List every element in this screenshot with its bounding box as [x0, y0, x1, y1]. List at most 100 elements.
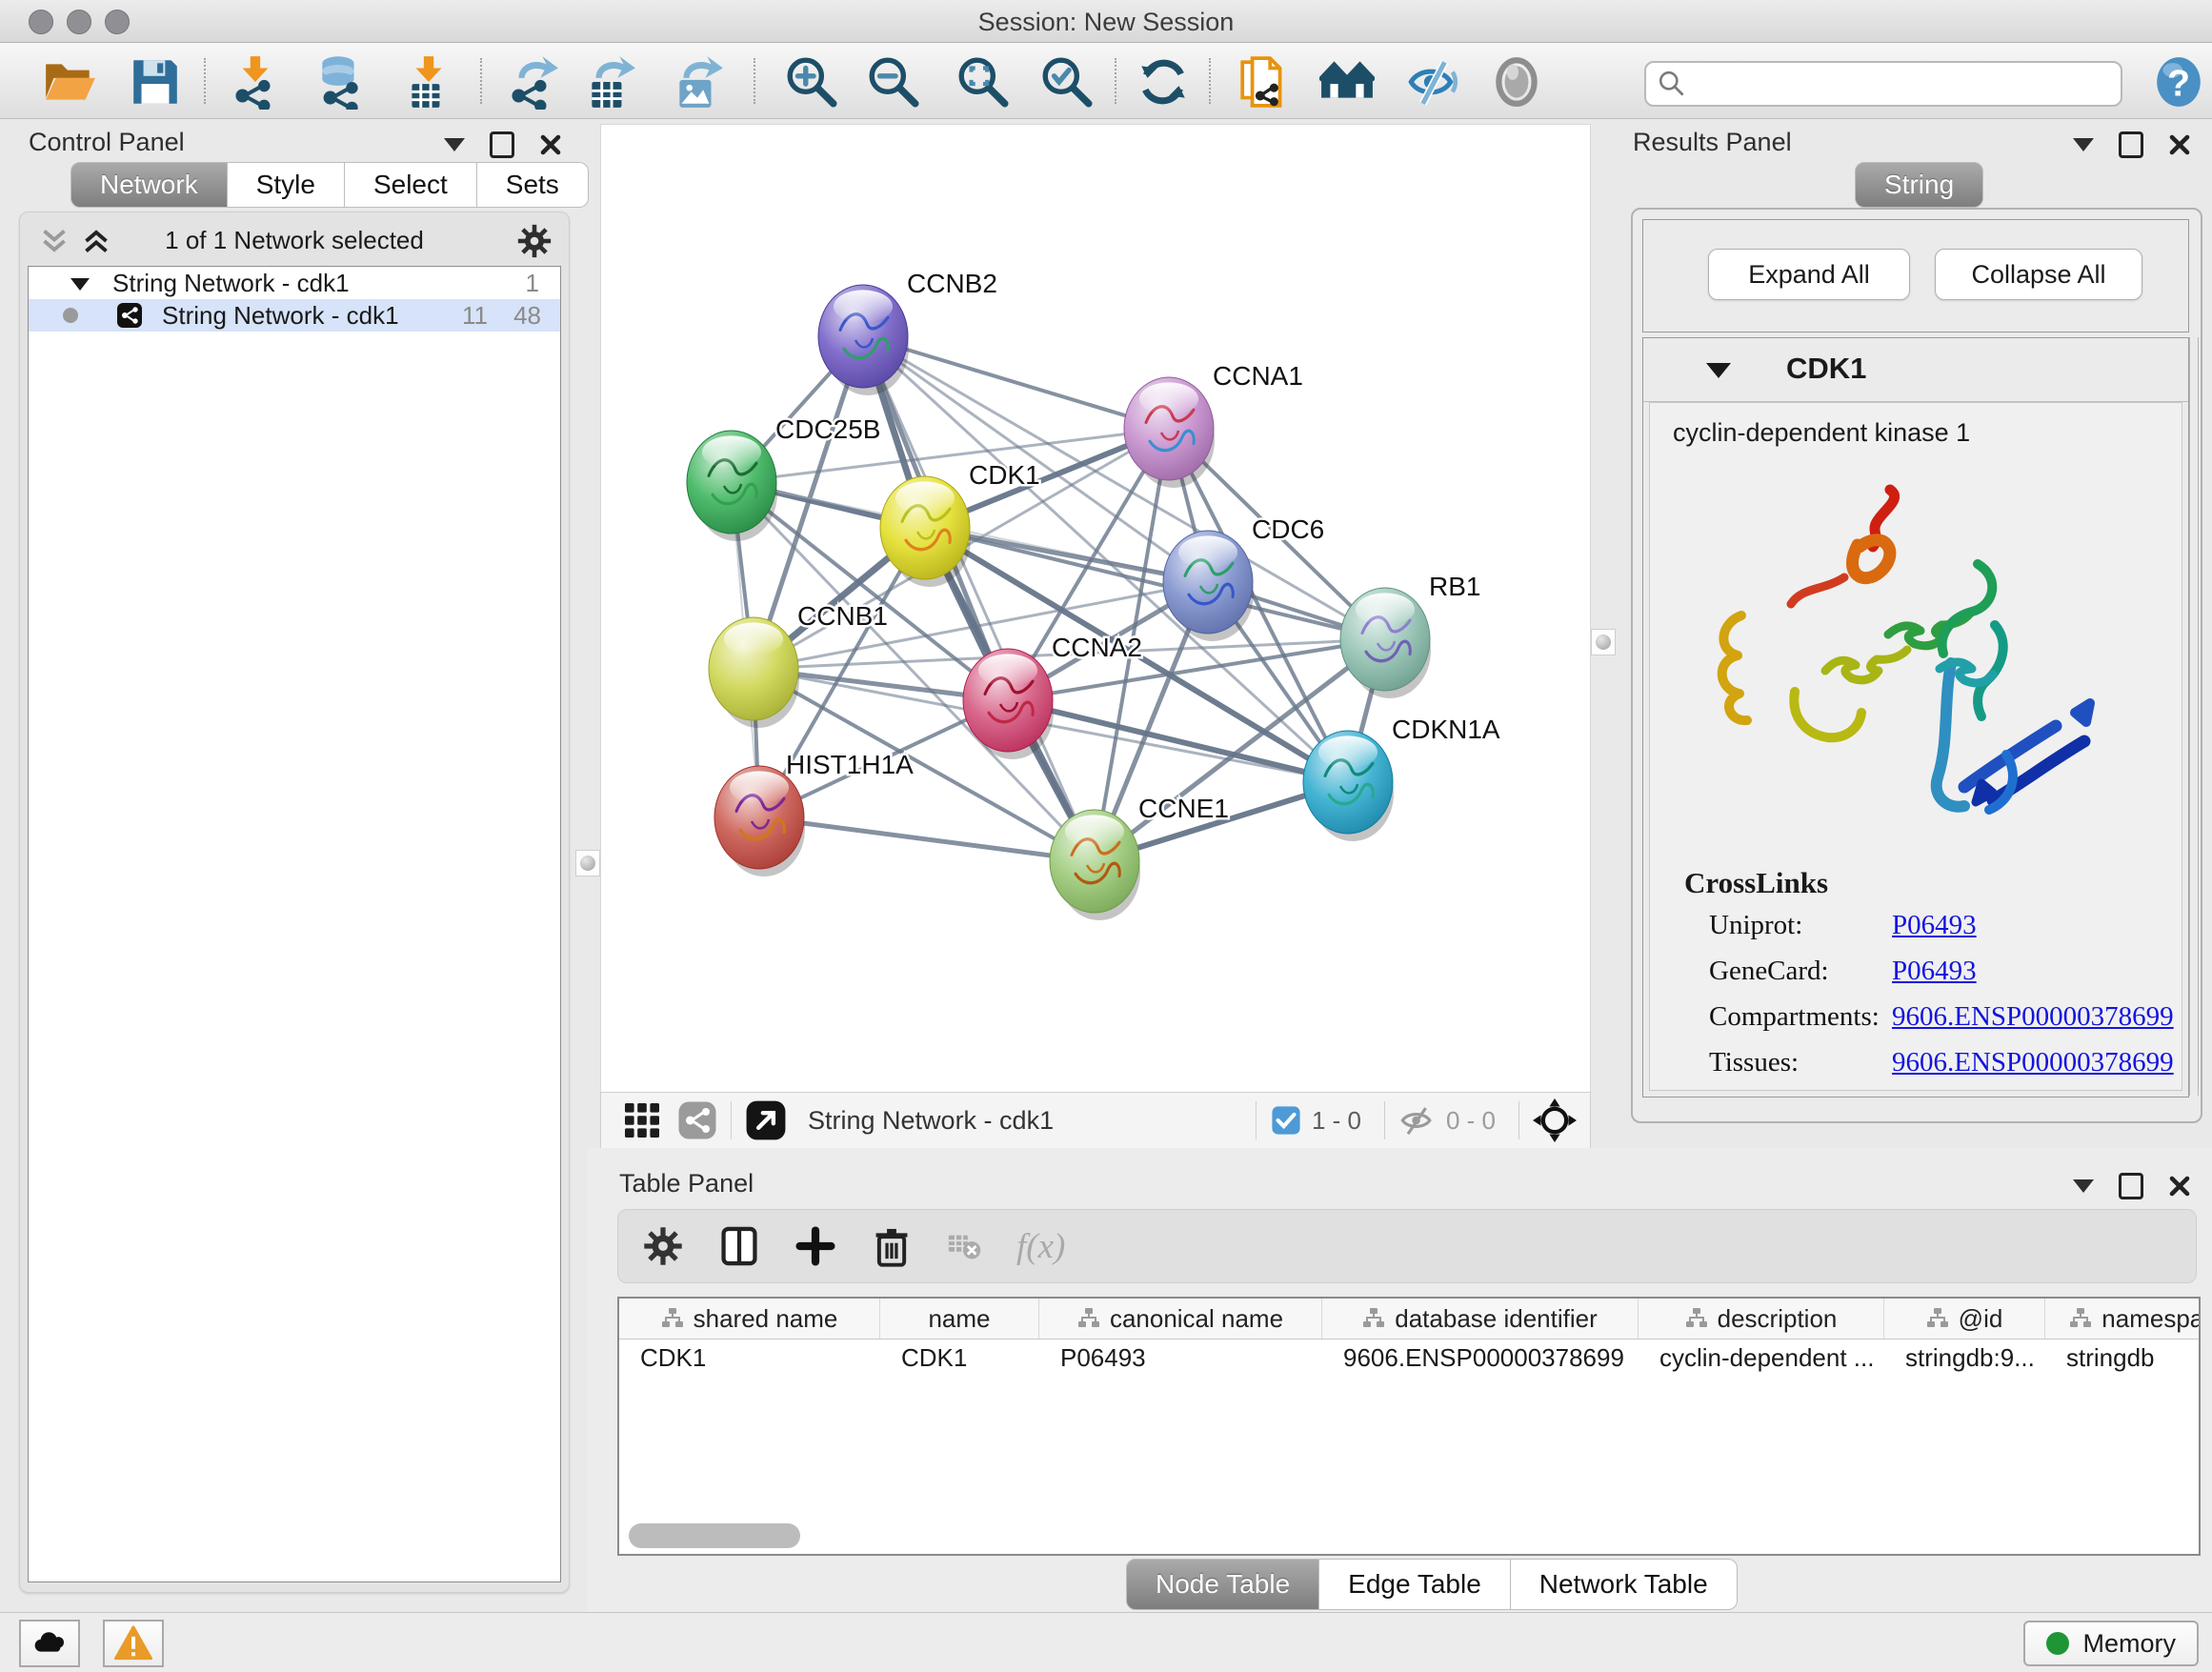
node-result-header[interactable]: CDK1 — [1643, 338, 2188, 402]
table-cell[interactable]: stringdb — [2045, 1339, 2201, 1377]
network-collection-row[interactable]: String Network - cdk1 1 — [29, 267, 560, 299]
column-label: description — [1718, 1304, 1838, 1334]
column-header-description[interactable]: description — [1639, 1299, 1884, 1339]
column-header-database-identifier[interactable]: database identifier — [1322, 1299, 1639, 1339]
open-session-icon[interactable] — [42, 54, 97, 110]
panel-float-icon[interactable] — [490, 131, 514, 158]
tree-expander-icon[interactable] — [70, 278, 90, 291]
network-edge[interactable] — [759, 817, 1095, 861]
column-header-shared-name[interactable]: shared name — [619, 1299, 880, 1339]
add-column-icon[interactable] — [794, 1224, 837, 1268]
tab-node-table[interactable]: Node Table — [1126, 1559, 1319, 1610]
panel-float-icon[interactable] — [2119, 1173, 2143, 1199]
string-home-icon[interactable] — [1319, 54, 1375, 110]
network-node-RB1[interactable]: RB1 — [1340, 572, 1480, 698]
network-canvas[interactable]: CCNB2CCNA1CDC25BCDK1CDC6RB1CCNB1CCNA2CDK… — [600, 124, 1591, 1093]
tab-network[interactable]: Network — [70, 162, 228, 208]
column-label: canonical name — [1110, 1304, 1283, 1334]
import-network-database-icon[interactable] — [312, 54, 368, 110]
panel-close-icon[interactable] — [2168, 1175, 2191, 1198]
refresh-view-icon[interactable] — [1136, 54, 1191, 110]
network-options-gear-icon[interactable] — [515, 222, 553, 260]
delete-table-icon[interactable] — [946, 1227, 984, 1265]
network-row-selected[interactable]: String Network - cdk1 11 48 — [29, 299, 560, 332]
panel-float-icon[interactable] — [2119, 131, 2143, 158]
results-scrollbar[interactable] — [2189, 337, 2199, 1096]
table-hscrollbar-thumb[interactable] — [629, 1523, 800, 1548]
crosslink-link[interactable]: 9606.ENSP00000378699 — [1892, 1001, 2174, 1032]
open-in-new-window-icon[interactable] — [745, 1099, 787, 1141]
panel-collapse-icon[interactable] — [2073, 1179, 2094, 1193]
grid-view-icon[interactable] — [622, 1100, 662, 1140]
fit-selected-crosshair-icon[interactable] — [1533, 1098, 1577, 1142]
network-badge-icon[interactable] — [677, 1100, 717, 1140]
table-cell[interactable]: P06493 — [1039, 1339, 1322, 1377]
crosslink-link[interactable]: 9606.ENSP00000378699 — [1892, 1047, 2174, 1078]
column-header-canonical-name[interactable]: canonical name — [1039, 1299, 1322, 1339]
network-node-CCNA1[interactable]: CCNA1 — [1124, 361, 1303, 488]
table-cell[interactable]: CDK1 — [880, 1339, 1039, 1377]
table-cell[interactable]: stringdb:9... — [1884, 1339, 2045, 1377]
import-table-file-icon[interactable] — [400, 54, 455, 110]
crosslink-link[interactable]: P06493 — [1892, 956, 1977, 986]
column-header--id[interactable]: @id — [1884, 1299, 2045, 1339]
table-cell[interactable]: CDK1 — [619, 1339, 880, 1377]
left-splitter-handle[interactable] — [575, 850, 600, 876]
toolbar-separator — [1209, 58, 1211, 104]
function-builder-icon[interactable]: f(x) — [1016, 1226, 1065, 1267]
crosslink-row: Uniprot:P06493 — [1709, 910, 2182, 940]
panel-collapse-icon[interactable] — [2073, 138, 2094, 151]
main-toolbar: ? — [0, 43, 2212, 119]
tab-sets[interactable]: Sets — [477, 162, 589, 208]
network-node-CDKN1A[interactable]: CDKN1A — [1303, 715, 1500, 841]
network-edge[interactable] — [863, 336, 1169, 429]
search-input[interactable] — [1696, 65, 2109, 101]
network-node-CDK1[interactable]: CDK1 — [880, 460, 1040, 587]
right-splitter-handle[interactable] — [1591, 629, 1616, 655]
network-node-HIST1H1A[interactable]: HIST1H1A — [714, 750, 914, 876]
selected-checkbox-icon[interactable] — [1270, 1104, 1302, 1137]
save-session-icon[interactable] — [128, 54, 183, 110]
crosslink-link[interactable]: P06493 — [1892, 910, 1977, 940]
table-cell[interactable]: 9606.ENSP00000378699 — [1322, 1339, 1639, 1377]
panel-close-icon[interactable] — [539, 133, 562, 156]
column-header-namespace[interactable]: namespace — [2045, 1299, 2201, 1339]
section-expander-icon[interactable] — [1706, 363, 1731, 378]
help-icon[interactable]: ? — [2151, 54, 2206, 110]
zoom-out-icon[interactable] — [866, 54, 921, 110]
birds-eye-view-icon[interactable] — [1489, 54, 1544, 110]
export-table-icon[interactable] — [582, 54, 637, 110]
hidden-eye-icon[interactable] — [1398, 1101, 1437, 1139]
show-graphics-details-icon[interactable] — [1405, 54, 1460, 110]
export-image-icon[interactable] — [670, 54, 725, 110]
network-node-CDC6[interactable]: CDC6 — [1163, 514, 1324, 641]
tab-style[interactable]: Style — [228, 162, 345, 208]
warning-status-button[interactable] — [103, 1620, 164, 1667]
expand-all-button[interactable]: Expand All — [1708, 249, 1910, 300]
import-network-file-icon[interactable] — [229, 54, 284, 110]
network-node-CCNE1[interactable]: CCNE1 — [1050, 794, 1229, 920]
node-result-title: CDK1 — [1786, 352, 1866, 386]
zoom-fit-icon[interactable] — [955, 54, 1011, 110]
show-columns-icon[interactable] — [717, 1224, 761, 1268]
delete-column-icon[interactable] — [870, 1224, 914, 1268]
table-settings-gear-icon[interactable] — [641, 1224, 685, 1268]
tab-network-table[interactable]: Network Table — [1511, 1559, 1738, 1610]
collapse-all-button[interactable]: Collapse All — [1935, 249, 2142, 300]
tab-select[interactable]: Select — [345, 162, 477, 208]
control-panel: Control Panel Network Style Select Sets … — [8, 122, 579, 1595]
column-label: shared name — [694, 1304, 838, 1334]
panel-close-icon[interactable] — [2168, 133, 2191, 156]
table-cell[interactable]: cyclin-dependent ... — [1639, 1339, 1884, 1377]
export-network-icon[interactable] — [505, 54, 560, 110]
cloud-status-button[interactable] — [19, 1620, 80, 1667]
zoom-in-icon[interactable] — [784, 54, 839, 110]
tab-edge-table[interactable]: Edge Table — [1319, 1559, 1511, 1610]
string-documents-icon[interactable] — [1237, 54, 1292, 110]
panel-collapse-icon[interactable] — [444, 138, 465, 151]
memory-button[interactable]: Memory — [2023, 1621, 2199, 1666]
column-header-name[interactable]: name — [880, 1299, 1039, 1339]
zoom-selected-icon[interactable] — [1039, 54, 1095, 110]
tab-string[interactable]: String — [1855, 162, 1983, 208]
network-edge[interactable] — [863, 336, 1095, 861]
